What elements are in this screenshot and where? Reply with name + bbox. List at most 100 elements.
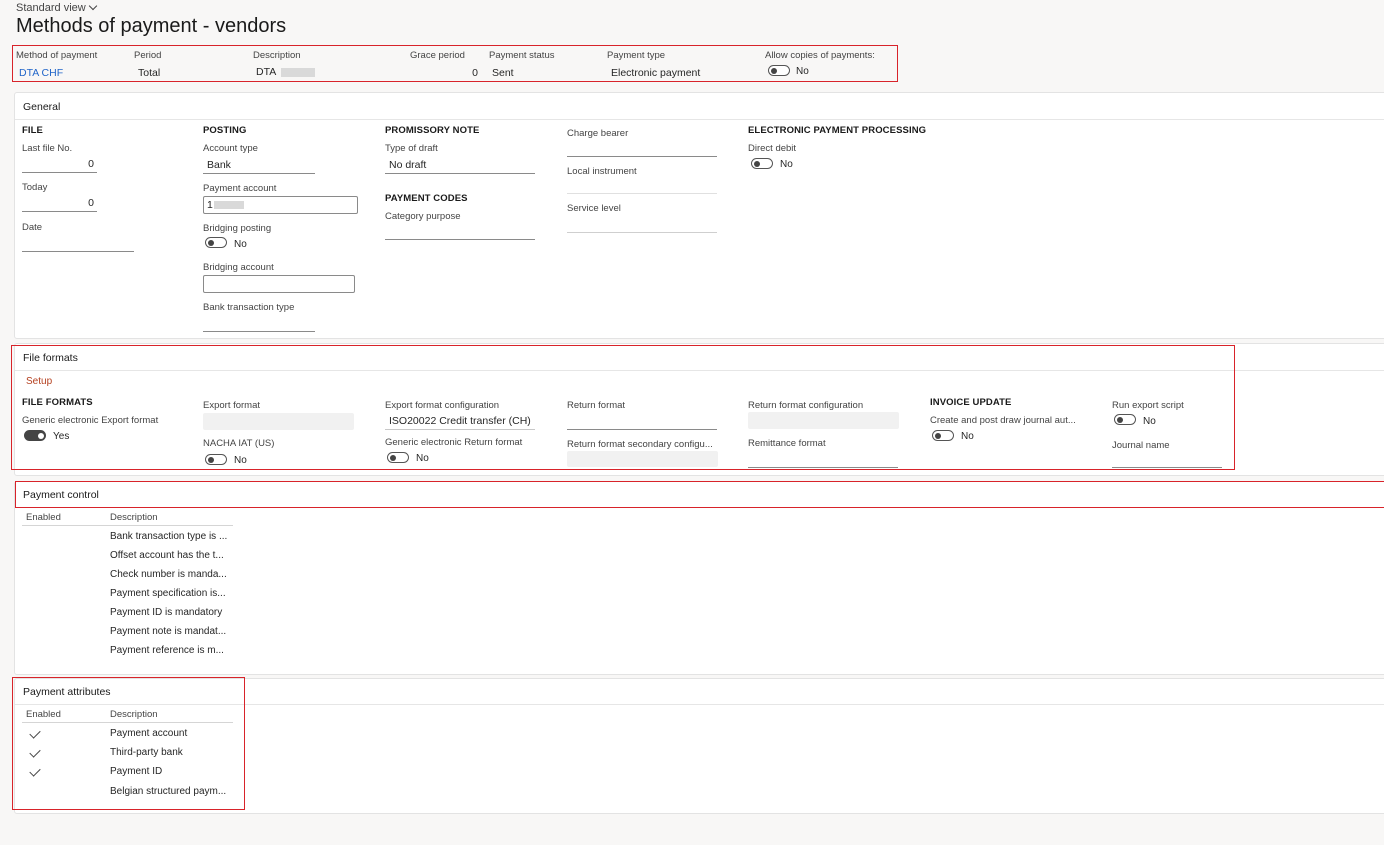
chevron-down-icon: [88, 1, 97, 11]
category-purpose-label: Category purpose: [385, 211, 461, 222]
table-row[interactable]: Offset account has the t...: [110, 550, 224, 561]
run-script-toggle[interactable]: [1114, 414, 1136, 425]
method-of-payment-link[interactable]: DTA CHF: [19, 67, 63, 79]
period-label: Period: [134, 50, 162, 61]
divider: [15, 507, 1384, 508]
table-row[interactable]: Payment ID is mandatory: [110, 607, 222, 618]
today-input[interactable]: 0: [22, 197, 97, 212]
create-post-toggle[interactable]: [932, 430, 954, 441]
today-label: Today: [22, 182, 48, 193]
description-label: Description: [253, 50, 301, 61]
generic-export-label: Generic electronic Export format: [22, 415, 159, 426]
date-input[interactable]: [22, 237, 134, 252]
allow-copies-value: No: [796, 66, 809, 77]
local-instrument-input[interactable]: [567, 193, 717, 194]
period-value[interactable]: Total: [138, 67, 160, 79]
file-formats-panel: File formats Setup FILE FORMATS Generic …: [14, 343, 1384, 476]
generic-export-toggle[interactable]: [24, 430, 46, 441]
payment-attributes-title[interactable]: Payment attributes: [23, 686, 111, 698]
file-heading: FILE: [22, 125, 43, 136]
description-text: DTA: [256, 66, 276, 78]
general-panel: General FILE Last file No. 0 Today 0 Dat…: [14, 92, 1384, 339]
allow-copies-toggle[interactable]: [768, 65, 790, 76]
bridging-account-input[interactable]: [203, 275, 355, 293]
remittance-label: Remittance format: [748, 438, 826, 449]
generic-return-label: Generic electronic Return format: [385, 437, 523, 448]
table-row[interactable]: Belgian structured paym...: [110, 786, 226, 797]
table-row[interactable]: Bank transaction type is ...: [110, 531, 227, 542]
payment-codes-heading: PAYMENT CODES: [385, 193, 468, 204]
charge-bearer-input[interactable]: [567, 142, 717, 157]
setup-link[interactable]: Setup: [26, 376, 52, 387]
last-file-input[interactable]: 0: [22, 158, 97, 173]
payment-type-value[interactable]: Electronic payment: [611, 67, 700, 79]
divider: [15, 704, 1384, 705]
last-file-label: Last file No.: [22, 143, 73, 154]
payment-status-value[interactable]: Sent: [492, 67, 514, 79]
return-secondary-label: Return format secondary configu...: [567, 439, 713, 450]
export-config-link[interactable]: ISO20022 Credit transfer (CH): [385, 415, 535, 430]
return-config-input[interactable]: [748, 412, 899, 429]
charge-bearer-label: Charge bearer: [567, 128, 629, 139]
table-row[interactable]: Check number is manda...: [110, 569, 227, 580]
generic-return-toggle[interactable]: [387, 452, 409, 463]
table-row[interactable]: Third-party bank: [110, 747, 183, 758]
allow-copies-label: Allow copies of payments:: [765, 50, 875, 61]
enabled-column-header[interactable]: Enabled: [26, 709, 61, 720]
epp-heading: ELECTRONIC PAYMENT PROCESSING: [748, 125, 927, 136]
payment-control-title[interactable]: Payment control: [23, 489, 99, 501]
file-formats-title[interactable]: File formats: [23, 352, 78, 364]
account-type-select[interactable]: Bank: [203, 159, 315, 174]
table-row[interactable]: Payment account: [110, 728, 187, 739]
direct-debit-value: No: [780, 159, 793, 170]
remittance-input[interactable]: [748, 454, 898, 468]
checkmark-icon[interactable]: [29, 765, 41, 777]
grace-period-label: Grace period: [410, 50, 465, 61]
redacted-block: [213, 201, 244, 210]
checkmark-icon[interactable]: [29, 746, 41, 758]
nacha-toggle[interactable]: [205, 454, 227, 465]
export-config-label: Export format configuration: [385, 400, 500, 411]
invoice-update-heading: INVOICE UPDATE: [930, 397, 1012, 408]
description-column-header[interactable]: Description: [110, 512, 158, 523]
bridging-posting-toggle[interactable]: [205, 237, 227, 248]
direct-debit-label: Direct debit: [748, 143, 797, 154]
journal-name-input[interactable]: [1112, 454, 1222, 468]
nacha-label: NACHA IAT (US): [203, 438, 275, 449]
return-format-input[interactable]: [567, 415, 717, 430]
payment-attributes-panel: Payment attributes Enabled Description P…: [14, 678, 1384, 814]
service-level-label: Service level: [567, 203, 621, 214]
journal-name-label: Journal name: [1112, 440, 1170, 451]
table-row[interactable]: Payment reference is m...: [110, 645, 224, 656]
payment-account-input[interactable]: 1: [203, 196, 358, 214]
bridging-account-label: Bridging account: [203, 262, 274, 273]
grace-period-value[interactable]: 0: [410, 67, 478, 79]
service-level-input[interactable]: [567, 232, 717, 233]
divider: [15, 119, 1384, 120]
bridging-posting-value: No: [234, 239, 247, 250]
grid-header-divider: [22, 722, 233, 723]
nacha-value: No: [234, 455, 247, 466]
return-config-label: Return format configuration: [748, 400, 864, 411]
table-row[interactable]: Payment specification is...: [110, 588, 226, 599]
generic-return-value: No: [416, 453, 429, 464]
checkmark-icon[interactable]: [29, 727, 41, 739]
promissory-heading: PROMISSORY NOTE: [385, 125, 480, 136]
table-row[interactable]: Payment ID: [110, 766, 162, 777]
create-post-label: Create and post draw journal aut...: [930, 415, 1076, 426]
export-format-input[interactable]: [203, 413, 354, 430]
return-secondary-input[interactable]: [567, 451, 718, 467]
table-row[interactable]: Payment note is mandat...: [110, 626, 226, 637]
description-value[interactable]: DTA: [256, 66, 315, 78]
category-purpose-input[interactable]: [385, 225, 535, 240]
direct-debit-toggle[interactable]: [751, 158, 773, 169]
bank-transaction-input[interactable]: [203, 317, 315, 332]
enabled-column-header[interactable]: Enabled: [26, 512, 61, 523]
return-format-label: Return format: [567, 400, 626, 411]
description-column-header[interactable]: Description: [110, 709, 158, 720]
view-selector[interactable]: Standard view: [16, 1, 97, 14]
date-label: Date: [22, 222, 43, 233]
run-script-value: No: [1143, 416, 1156, 427]
general-title[interactable]: General: [23, 101, 60, 113]
type-of-draft-select[interactable]: No draft: [385, 159, 535, 174]
